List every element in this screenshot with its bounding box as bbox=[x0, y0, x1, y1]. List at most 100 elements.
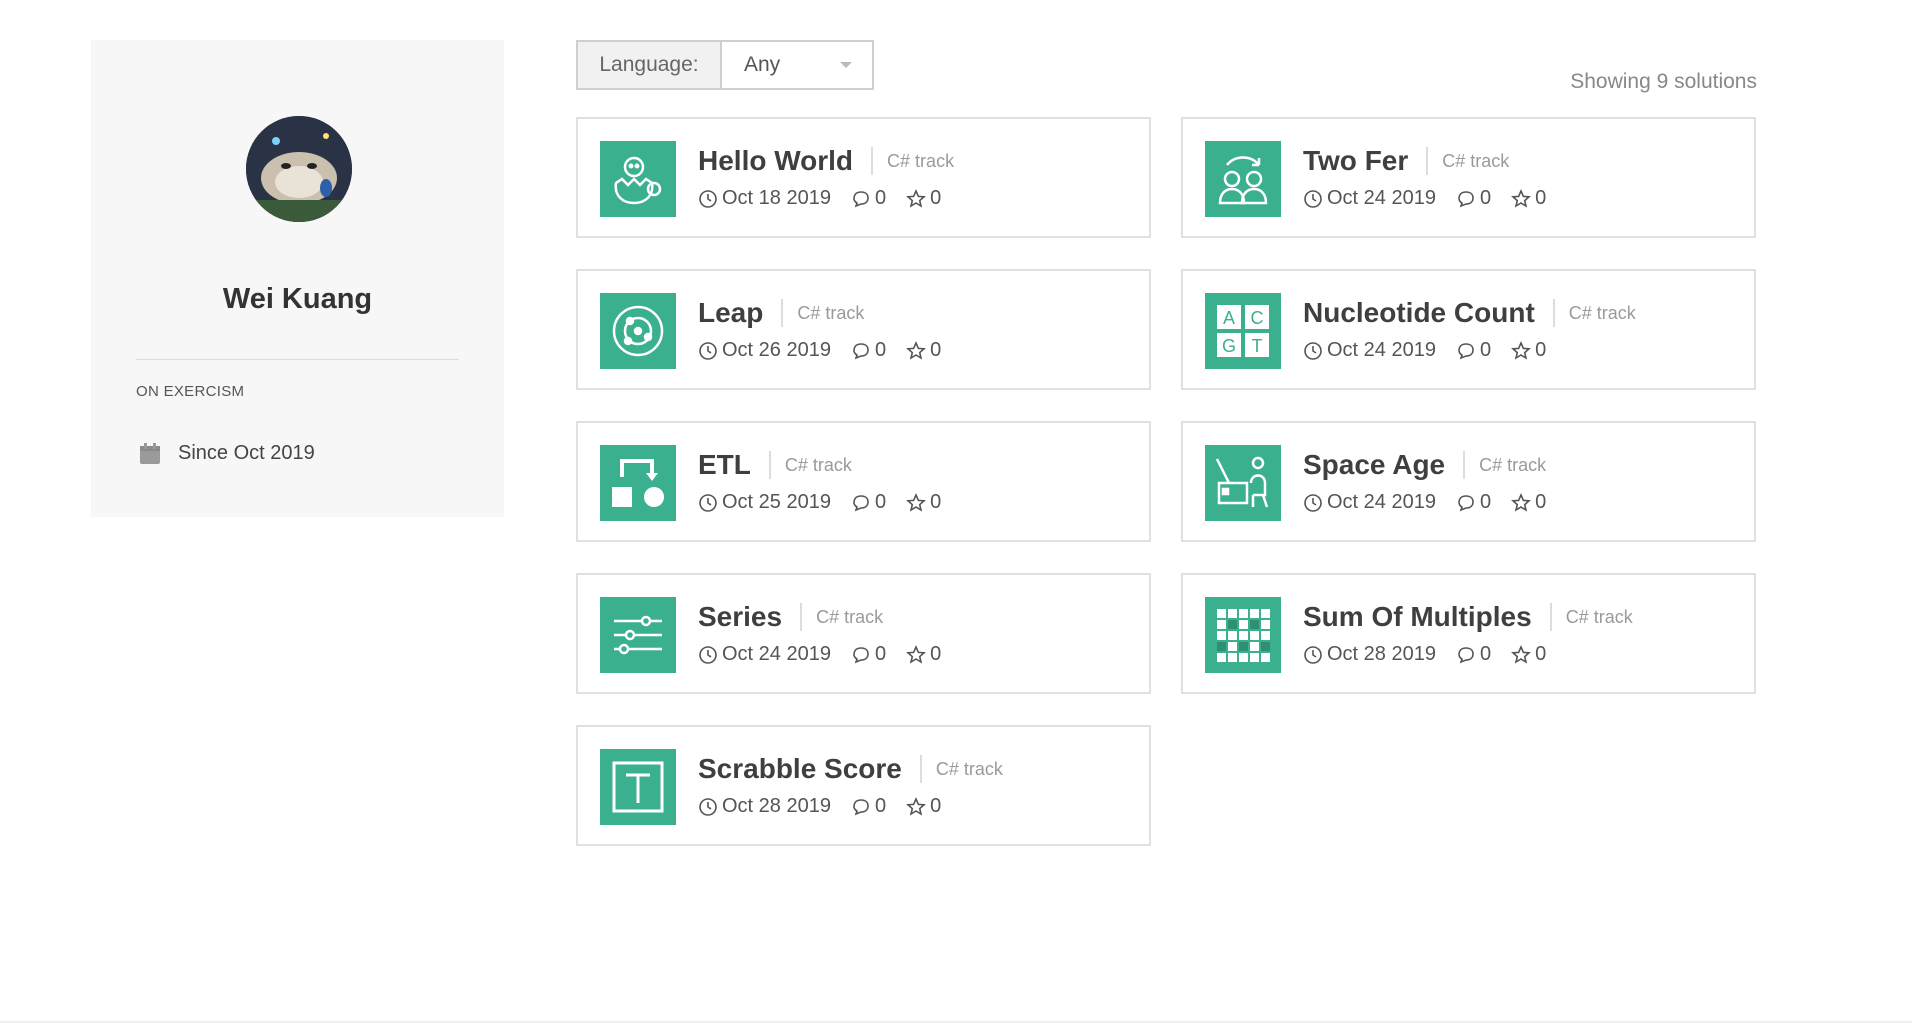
comment-icon bbox=[1456, 493, 1480, 513]
star-count: 0 bbox=[930, 643, 942, 665]
solution-card[interactable]: Hello World C# track Oct 18 2019 0 0 bbox=[576, 117, 1151, 238]
solution-meta: Oct 26 2019 0 0 bbox=[698, 339, 961, 362]
solution-date: Oct 24 2019 bbox=[722, 643, 831, 665]
track-label: C# track bbox=[1463, 451, 1546, 479]
track-label: C# track bbox=[1552, 299, 1636, 327]
since-text: Since Oct 2019 bbox=[178, 442, 315, 464]
solution-date: Oct 24 2019 bbox=[1327, 187, 1436, 209]
star-icon bbox=[1511, 188, 1535, 209]
star-icon bbox=[1511, 644, 1535, 665]
orbit-icon bbox=[600, 293, 676, 369]
solution-card[interactable]: Leap C# track Oct 26 2019 0 0 bbox=[576, 269, 1151, 390]
track-label: C# track bbox=[871, 147, 954, 175]
star-icon bbox=[906, 492, 930, 513]
solution-meta: Oct 18 2019 0 0 bbox=[698, 187, 961, 210]
solution-date: Oct 28 2019 bbox=[1327, 643, 1436, 665]
date-meta: Oct 24 2019 bbox=[1303, 491, 1436, 514]
solution-date: Oct 25 2019 bbox=[722, 491, 831, 513]
solution-title: Sum Of Multiples bbox=[1303, 601, 1532, 632]
comment-count: 0 bbox=[1479, 187, 1492, 209]
language-select[interactable]: Any bbox=[722, 42, 872, 88]
stars-meta: 0 bbox=[906, 339, 941, 362]
stars-meta: 0 bbox=[906, 491, 941, 514]
solution-title: Space Age bbox=[1303, 449, 1446, 480]
solution-meta: Oct 28 2019 0 0 bbox=[1303, 643, 1566, 666]
language-label: Language: bbox=[578, 42, 722, 88]
solution-title: Nucleotide Count bbox=[1303, 297, 1535, 328]
stars-meta: 0 bbox=[1511, 187, 1546, 210]
clock-icon bbox=[1303, 493, 1327, 513]
date-meta: Oct 18 2019 bbox=[698, 187, 831, 210]
chevron-down-icon bbox=[840, 62, 852, 68]
profile-sidebar: Wei Kuang ON EXERCISM Since Oct 2019 bbox=[91, 40, 504, 517]
track-label: C# track bbox=[1549, 603, 1633, 631]
divider bbox=[136, 359, 459, 360]
comments-meta: 0 bbox=[851, 491, 886, 514]
acgt-grid-icon: ACGT bbox=[1205, 293, 1281, 369]
clock-icon bbox=[698, 645, 722, 665]
stars-meta: 0 bbox=[906, 795, 941, 818]
solutions-count: Showing 9 solutions bbox=[1570, 70, 1757, 93]
stars-meta: 0 bbox=[906, 643, 941, 666]
section-label: ON EXERCISM bbox=[136, 383, 245, 400]
calendar-icon bbox=[140, 442, 160, 464]
solution-card[interactable]: Space Age C# track Oct 24 2019 0 0 bbox=[1181, 421, 1756, 542]
avatar[interactable] bbox=[246, 116, 352, 222]
solution-meta: Oct 25 2019 0 0 bbox=[698, 491, 961, 514]
comments-meta: 0 bbox=[1456, 339, 1491, 362]
clock-icon bbox=[698, 341, 722, 361]
solution-date: Oct 18 2019 bbox=[722, 187, 831, 209]
solution-meta: Oct 24 2019 0 0 bbox=[698, 643, 961, 666]
star-count: 0 bbox=[1535, 187, 1547, 209]
star-icon bbox=[906, 644, 930, 665]
comment-count: 0 bbox=[874, 187, 887, 209]
svg-text:T: T bbox=[1252, 336, 1263, 356]
clock-icon bbox=[698, 493, 722, 513]
stars-meta: 0 bbox=[1511, 339, 1546, 362]
comment-count: 0 bbox=[874, 339, 887, 361]
solution-meta: Oct 24 2019 0 0 bbox=[1303, 491, 1566, 514]
track-label: C# track bbox=[768, 451, 852, 479]
star-count: 0 bbox=[930, 795, 942, 817]
comment-icon bbox=[851, 189, 875, 209]
comment-count: 0 bbox=[1479, 339, 1492, 361]
svg-text:C: C bbox=[1251, 308, 1264, 328]
track-label: C# track bbox=[781, 299, 864, 327]
svg-text:G: G bbox=[1222, 336, 1236, 356]
solution-title: Two Fer bbox=[1303, 145, 1409, 176]
comment-icon bbox=[851, 797, 875, 817]
date-meta: Oct 24 2019 bbox=[1303, 339, 1436, 362]
star-count: 0 bbox=[930, 187, 942, 209]
solution-meta: Oct 24 2019 0 0 bbox=[1303, 339, 1566, 362]
solution-card[interactable]: Two Fer C# track Oct 24 2019 0 0 bbox=[1181, 117, 1756, 238]
star-count: 0 bbox=[1535, 491, 1547, 513]
solution-card[interactable]: ACGT Nucleotide Count C# track Oct 24 20… bbox=[1181, 269, 1756, 390]
date-meta: Oct 24 2019 bbox=[1303, 187, 1436, 210]
star-count: 0 bbox=[930, 491, 942, 513]
star-icon bbox=[906, 188, 930, 209]
solution-card[interactable]: Series C# track Oct 24 2019 0 0 bbox=[576, 573, 1151, 694]
stars-meta: 0 bbox=[906, 187, 941, 210]
solution-card[interactable]: ETL C# track Oct 25 2019 0 0 bbox=[576, 421, 1151, 542]
transform-shapes-icon bbox=[600, 445, 676, 521]
solution-title: Scrabble Score bbox=[698, 753, 902, 784]
comment-icon bbox=[851, 341, 875, 361]
solution-date: Oct 26 2019 bbox=[722, 339, 831, 361]
two-people-icon bbox=[1205, 141, 1281, 217]
solution-meta: Oct 24 2019 0 0 bbox=[1303, 187, 1566, 210]
solution-title: Hello World bbox=[698, 145, 854, 176]
comment-icon bbox=[1456, 341, 1480, 361]
solution-date: Oct 28 2019 bbox=[722, 795, 831, 817]
star-count: 0 bbox=[1535, 339, 1547, 361]
track-label: C# track bbox=[1426, 147, 1509, 175]
stars-meta: 0 bbox=[1511, 643, 1546, 666]
sliders-icon bbox=[600, 597, 676, 673]
solution-card[interactable]: Sum Of Multiples C# track Oct 28 2019 0 … bbox=[1181, 573, 1756, 694]
solution-title: Series bbox=[698, 601, 783, 632]
comment-count: 0 bbox=[874, 643, 887, 665]
comments-meta: 0 bbox=[851, 339, 886, 362]
star-icon bbox=[906, 340, 930, 361]
star-icon bbox=[1511, 340, 1535, 361]
letter-tile-icon bbox=[600, 749, 676, 825]
solution-card[interactable]: Scrabble Score C# track Oct 28 2019 0 0 bbox=[576, 725, 1151, 846]
